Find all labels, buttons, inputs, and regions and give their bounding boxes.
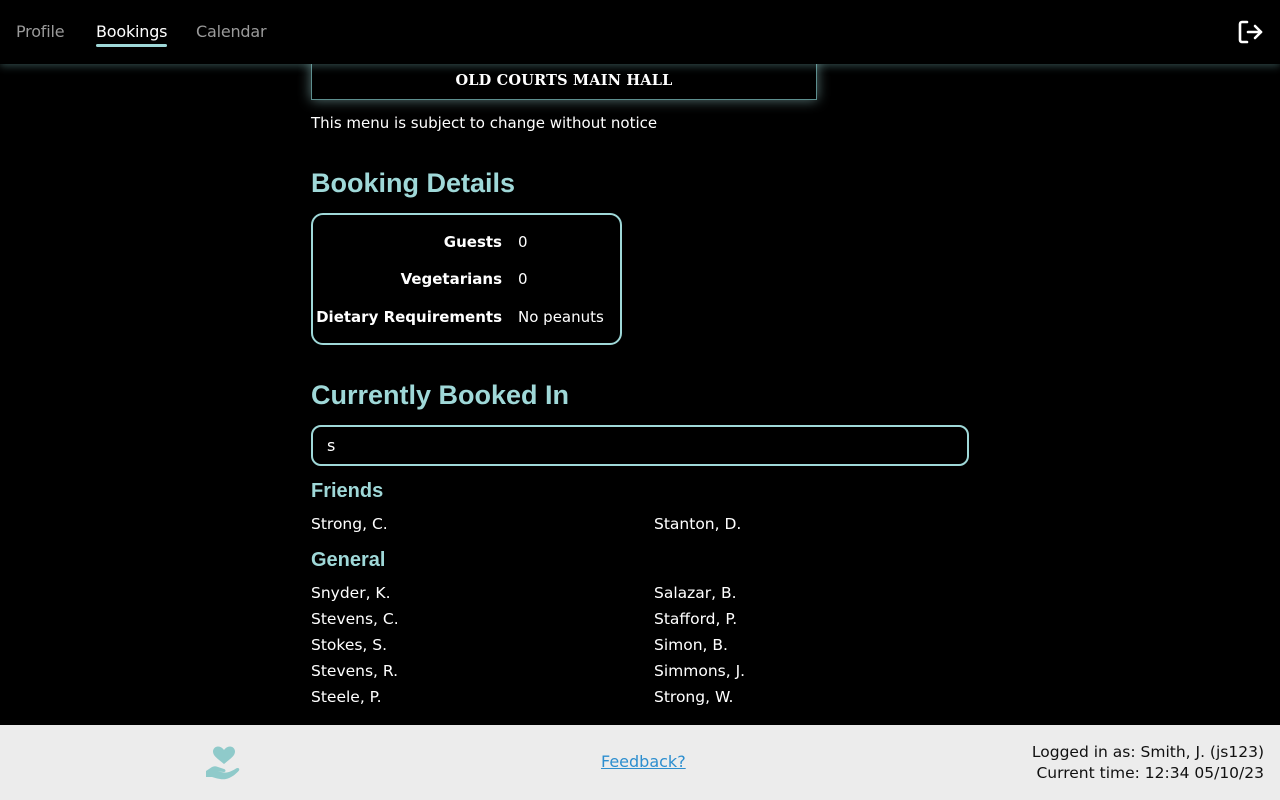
detail-value: No peanuts: [518, 308, 604, 326]
booking-details-card: Guests 0 Vegetarians 0 Dietary Requireme…: [311, 213, 622, 345]
general-title: General: [311, 549, 386, 571]
logout-icon[interactable]: [1236, 18, 1264, 46]
tab-bookings[interactable]: Bookings: [96, 22, 168, 47]
general-name: Simon, B.: [654, 636, 728, 654]
detail-label: Vegetarians: [400, 270, 502, 288]
detail-label: Guests: [443, 233, 502, 251]
general-name: Salazar, B.: [654, 584, 737, 602]
current-time-text: Current time: 12:34 05/10/23: [1036, 764, 1264, 782]
general-name: Steele, P.: [311, 688, 382, 706]
user-info: Logged in as: Smith, J. (js123) Current …: [1032, 742, 1264, 784]
top-nav: Profile Bookings Calendar: [0, 0, 1280, 64]
detail-value: 0: [518, 233, 528, 251]
general-name: Stafford, P.: [654, 610, 738, 628]
tab-calendar[interactable]: Calendar: [196, 22, 267, 41]
general-name: Simmons, J.: [654, 662, 746, 680]
detail-value: 0: [518, 270, 528, 288]
general-name: Strong, W.: [654, 688, 734, 706]
banner-title: OLD COURTS MAIN HALL: [455, 72, 673, 89]
friends-title: Friends: [311, 480, 384, 502]
hand-heart-icon: [206, 746, 240, 780]
feedback-link[interactable]: Feedback?: [601, 752, 686, 771]
search-input[interactable]: [311, 425, 969, 466]
logged-in-text: Logged in as: Smith, J. (js123): [1031, 743, 1264, 761]
friend-name: Stanton, D.: [654, 515, 742, 533]
friend-name: Strong, C.: [311, 515, 388, 533]
general-name: Snyder, K.: [311, 584, 391, 602]
menu-notice: This menu is subject to change without n…: [311, 114, 658, 132]
general-name: Stevens, R.: [311, 662, 399, 680]
general-name: Stokes, S.: [311, 636, 388, 654]
booking-details-title: Booking Details: [311, 168, 516, 198]
general-name: Stevens, C.: [311, 610, 399, 628]
detail-label: Dietary Requirements: [316, 308, 502, 326]
booked-in-title: Currently Booked In: [311, 380, 570, 410]
tab-profile[interactable]: Profile: [16, 22, 65, 41]
